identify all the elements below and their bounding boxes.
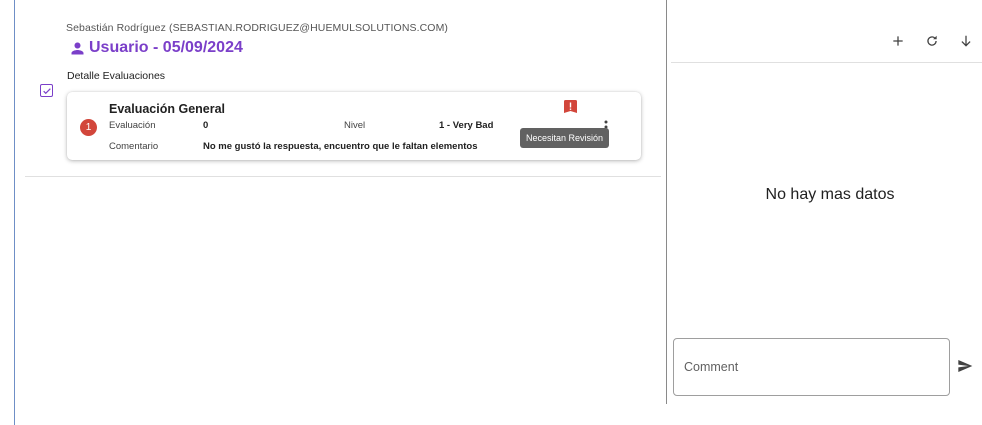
user-line: Sebastián Rodríguez (SEBASTIAN.RODRIGUEZ… xyxy=(66,22,449,34)
nivel-value: 1 - Very Bad xyxy=(439,120,494,131)
right-pane: No hay mas datos xyxy=(667,0,982,425)
toolbar-divider xyxy=(671,62,982,63)
comment-input[interactable] xyxy=(684,358,939,376)
review-tooltip: Necesitan Revisión xyxy=(520,128,610,148)
evaluation-card[interactable]: Evaluación General 1 Evaluación 0 Nivel … xyxy=(67,92,641,160)
list-divider xyxy=(25,176,661,177)
download-button[interactable] xyxy=(949,30,982,52)
send-icon xyxy=(958,360,973,372)
evaluacion-label: Evaluación xyxy=(109,120,156,131)
comment-field[interactable] xyxy=(673,338,950,396)
page-title: Usuario - 05/09/2024 xyxy=(89,39,243,56)
page-title-row: Usuario - 05/09/2024 xyxy=(70,38,243,58)
count-badge: 1 xyxy=(80,119,97,136)
comentario-label: Comentario xyxy=(109,141,159,152)
app-frame: Sebastián Rodríguez (SEBASTIAN.RODRIGUEZ… xyxy=(14,0,982,425)
evaluacion-value: 0 xyxy=(203,120,209,131)
card-title: Evaluación General xyxy=(109,102,226,116)
left-pane: Sebastián Rodríguez (SEBASTIAN.RODRIGUEZ… xyxy=(15,0,666,425)
refresh-icon xyxy=(927,35,937,46)
right-toolbar xyxy=(881,30,982,52)
person-icon xyxy=(71,42,84,54)
nivel-label: Nivel xyxy=(344,120,366,131)
alert-flag-icon[interactable] xyxy=(564,100,577,115)
section-label: Detalle Evaluaciones xyxy=(67,70,166,82)
arrow-down-icon xyxy=(961,35,971,47)
send-button[interactable] xyxy=(955,356,975,376)
add-button[interactable] xyxy=(881,30,915,52)
comentario-value: No me gustó la respuesta, encuentro que … xyxy=(203,141,478,152)
select-checkbox[interactable] xyxy=(40,84,53,97)
check-icon xyxy=(42,87,51,94)
empty-state-text: No hay mas datos xyxy=(765,186,895,203)
refresh-button[interactable] xyxy=(915,30,949,52)
plus-icon xyxy=(893,36,903,46)
